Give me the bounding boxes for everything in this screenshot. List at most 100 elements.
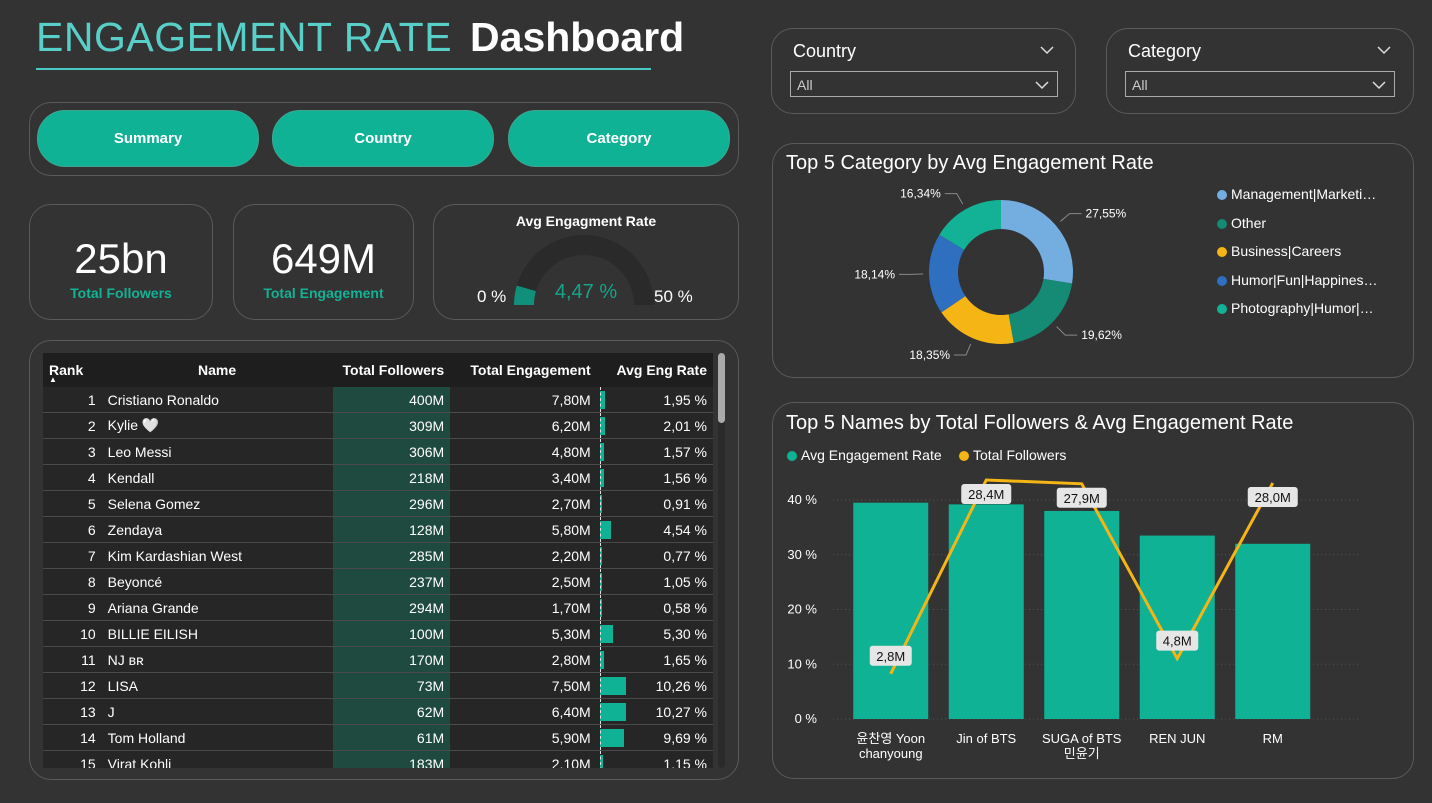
donut-legend-item[interactable]: Humor|Fun|Happines…	[1217, 272, 1378, 288]
ranking-table: Rank ▲ Name Total Followers Total Engagem…	[43, 353, 713, 768]
donut-legend-item[interactable]: Business|Careers	[1217, 243, 1341, 259]
engagement-bar[interactable]	[853, 502, 929, 719]
avg-eng-cell: 0,77 %	[596, 542, 713, 569]
followers-cell: 61M	[332, 724, 451, 751]
table-row[interactable]: 5 Selena Gomez 296M 2,70M 0,91 %	[43, 490, 713, 517]
country-dropdown[interactable]: All	[790, 71, 1058, 97]
rank-cell-text: 12	[80, 677, 96, 694]
table-row[interactable]: 1 Cristiano Ronaldo 400M 7,80M 1,95 %	[43, 387, 713, 413]
donut-legend-item[interactable]: Management|Marketi…	[1217, 186, 1376, 202]
avg-eng-bar	[599, 521, 612, 539]
x-tick-label: RM	[1263, 731, 1283, 746]
table-row[interactable]: 7 Kim Kardashian West 285M 2,20M 0,77 %	[43, 542, 713, 569]
table-row[interactable]: 13 J 62M 6,40M 10,27 %	[43, 698, 713, 725]
zero-line	[599, 491, 601, 516]
engagement-bar[interactable]	[1044, 510, 1120, 719]
table-row[interactable]: 3 Leo Messi 306M 4,80M 1,57 %	[43, 438, 713, 465]
engagement-cell-text: 2,70M	[551, 495, 591, 512]
avg-eng-cell: 1,15 %	[596, 750, 713, 768]
name-cell-text: Virat Kohli	[107, 755, 172, 769]
followers-cell: 306M	[332, 438, 451, 465]
table-row[interactable]: 14 Tom Holland 61M 5,90M 9,69 %	[43, 724, 713, 751]
followers-cell-text: 128M	[409, 521, 445, 538]
rank-cell: 11	[43, 646, 102, 673]
rank-cell-text: 15	[80, 755, 96, 769]
gauge-max-label: 50 %	[654, 287, 693, 306]
donut-slice[interactable]	[1008, 278, 1073, 343]
scrollbar-thumb[interactable]	[718, 353, 725, 423]
zero-line	[599, 439, 601, 464]
name-header[interactable]: Name	[101, 353, 333, 387]
table-scrollbar[interactable]	[718, 353, 725, 768]
engagement-cell-text: 7,50M	[551, 677, 591, 694]
engagement-bar[interactable]	[1139, 535, 1215, 719]
summary-button[interactable]: Summary	[37, 110, 259, 167]
table-row[interactable]: 6 Zendaya 128M 5,80M 4,54 %	[43, 516, 713, 543]
donut-slice[interactable]	[1001, 200, 1073, 284]
legend-dot-icon	[1217, 190, 1227, 201]
combo-legend-item[interactable]: Total Followers	[959, 447, 1066, 463]
avg-eng-cell: 1,56 %	[596, 464, 713, 491]
table-row[interactable]: 11 NJ ʙʀ 170M 2,80M 1,65 %	[43, 646, 713, 673]
followers-data-label: 28,0M	[1255, 490, 1291, 505]
avg-eng-cell: 1,57 %	[596, 438, 713, 465]
followers-header[interactable]: Total Followers	[332, 353, 451, 387]
table-row[interactable]: 8 Beyoncé 237M 2,50M 1,05 %	[43, 568, 713, 595]
followers-cell-text: 294M	[409, 599, 445, 616]
rank-cell: 4	[43, 464, 102, 491]
zero-line	[599, 543, 601, 568]
table-row[interactable]: 9 Ariana Grande 294M 1,70M 0,58 %	[43, 594, 713, 621]
table-row[interactable]: 4 Kendall 218M 3,40M 1,56 %	[43, 464, 713, 491]
table-row[interactable]: 15 Virat Kohli 183M 2,10M 1,15 %	[43, 750, 713, 769]
category-donut-card: Top 5 Category by Avg Engagement Rate 27…	[772, 143, 1414, 378]
engagement-header[interactable]: Total Engagement	[450, 353, 597, 387]
engagement-cell-text: 4,80M	[551, 443, 591, 460]
name-cell: J	[101, 698, 333, 725]
zero-line	[599, 569, 601, 594]
followers-cell: 218M	[332, 464, 451, 491]
donut-legend-item[interactable]: Photography|Humor|…	[1217, 300, 1374, 316]
category-dropdown[interactable]: All	[1125, 71, 1395, 97]
rank-cell-text: 10	[80, 625, 96, 642]
engagement-cell-text: 1,70M	[551, 599, 591, 616]
name-cell: Zendaya	[101, 516, 333, 543]
rank-cell: 3	[43, 438, 102, 465]
zero-line	[599, 595, 601, 620]
rank-cell: 13	[43, 698, 102, 725]
rank-cell-text: 14	[80, 729, 96, 746]
name-cell: Selena Gomez	[101, 490, 333, 517]
donut-legend-item[interactable]: Other	[1217, 215, 1266, 231]
category-button[interactable]: Category	[508, 110, 730, 167]
name-cell-text: Zendaya	[107, 521, 163, 538]
table-row[interactable]: 12 LISA 73M 7,50M 10,26 %	[43, 672, 713, 699]
avg-eng-bar	[599, 729, 625, 747]
engagement-cell: 2,70M	[450, 490, 597, 517]
name-cell: Kendall	[101, 464, 333, 491]
engagement-cell-text: 2,20M	[551, 547, 591, 564]
y-tick-label: 30 %	[787, 547, 817, 562]
ranking-table-card: Rank ▲ Name Total Followers Total Engagem…	[29, 340, 739, 780]
avg-eng-header[interactable]: Avg Eng Rate	[596, 353, 713, 387]
engagement-cell-text: 6,20M	[551, 417, 591, 434]
engagement-cell: 2,20M	[450, 542, 597, 569]
chevron-down-icon[interactable]	[1040, 45, 1054, 55]
engagement-bar[interactable]	[1235, 543, 1311, 719]
name-cell-text: LISA	[107, 677, 139, 694]
ranking-table-viewport[interactable]: Rank ▲ Name Total Followers Total Engagem…	[43, 353, 715, 768]
chevron-down-icon	[1372, 81, 1386, 90]
table-row[interactable]: 10 BILLIE EILISH 100M 5,30M 5,30 %	[43, 620, 713, 647]
rank-cell: 2	[43, 412, 102, 439]
donut-leader-line	[954, 343, 972, 356]
country-button[interactable]: Country	[272, 110, 494, 167]
followers-cell-text: 61M	[416, 729, 445, 746]
combo-legend-item[interactable]: Avg Engagement Rate	[787, 447, 942, 463]
name-cell: Tom Holland	[101, 724, 333, 751]
category-donut-chart: 27,55% 19,62% 18,35% 18,14% 16,34%	[854, 187, 1126, 362]
avg-eng-cell: 5,30 %	[596, 620, 713, 647]
table-row[interactable]: 2 Kylie 🤍 309M 6,20M 2,01 %	[43, 412, 713, 439]
avg-eng-cell-text: 1,65 %	[663, 651, 707, 668]
rank-header[interactable]: Rank ▲	[43, 353, 102, 387]
chevron-down-icon[interactable]	[1377, 45, 1391, 55]
name-cell-text: Kendall	[107, 469, 155, 486]
gauge-min-label: 0 %	[477, 287, 507, 306]
